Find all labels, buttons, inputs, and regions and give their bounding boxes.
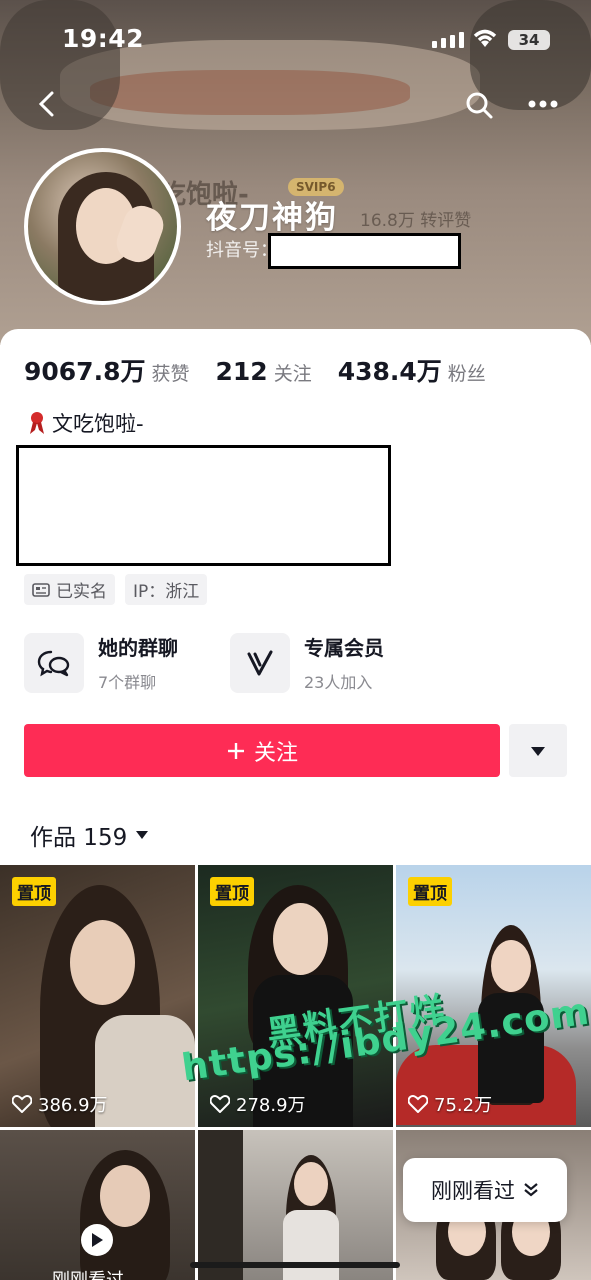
profile-nickname: 夜刀神狗 [206, 200, 338, 236]
bio-title: 文吃饱啦- [28, 408, 144, 438]
play-icon[interactable] [81, 1224, 113, 1256]
group-chat-count: 7个群聊 [98, 673, 157, 692]
pinned-badge: 置顶 [12, 877, 56, 906]
stat-followers-value: 438.4万 [337, 357, 442, 386]
like-count: 75.2万 [408, 1091, 492, 1117]
tag-ip-location: IP：浙江 [125, 574, 208, 605]
tag-ip-text: IP：浙江 [133, 582, 200, 602]
tag-verified-text: 已实名 [56, 582, 107, 602]
profile-stats: 9067.8万 获赞 212 关注 438.4万 粉丝 [24, 352, 486, 388]
battery-icon: 34 [508, 30, 550, 50]
wifi-icon [473, 29, 497, 47]
heart-icon [12, 1095, 32, 1113]
heart-icon [210, 1095, 230, 1113]
works-tab-label: 作品 159 [30, 825, 128, 851]
like-count-value: 75.2万 [434, 1095, 493, 1116]
v-membership-icon [230, 632, 290, 693]
membership-entry[interactable]: 专属会员 23人加入 [230, 632, 384, 693]
more-options-icon[interactable] [528, 96, 558, 112]
chat-bubbles-icon [24, 632, 84, 693]
header-ghost-stat: 16.8万 转评赞 [360, 211, 472, 231]
stat-following-value: 212 [215, 357, 268, 386]
profile-tags: 已实名 IP：浙江 [24, 574, 208, 605]
like-count-value: 386.9万 [38, 1095, 108, 1116]
bio-title-text: 文吃饱啦- [52, 412, 144, 436]
tag-verified: 已实名 [24, 574, 115, 605]
recently-viewed-overlay-text: 刚刚看过 [52, 1266, 124, 1280]
stat-likes-label: 获赞 [151, 363, 190, 385]
video-thumbnail[interactable]: 置顶 386.9万 [0, 865, 195, 1127]
works-tab[interactable]: 作品 159 [30, 818, 149, 852]
recently-viewed-button[interactable]: 刚刚看过 [403, 1158, 567, 1222]
cellular-signal-icon [432, 32, 464, 48]
redacted-bio [16, 445, 391, 566]
follow-button[interactable]: 关注 [24, 724, 500, 777]
status-time: 19:42 [62, 24, 145, 53]
recommend-dropdown-button[interactable] [509, 724, 567, 777]
home-indicator [190, 1262, 400, 1268]
redacted-douyin-id [268, 233, 461, 269]
ribbon-icon [30, 412, 44, 434]
id-card-icon [32, 582, 50, 597]
stat-following[interactable]: 212 关注 [216, 357, 312, 386]
plus-icon [227, 742, 244, 759]
recently-viewed-label: 刚刚看过 [431, 1179, 515, 1203]
follow-button-label: 关注 [253, 740, 298, 766]
membership-title: 专属会员 [304, 636, 384, 660]
search-icon[interactable] [464, 90, 494, 120]
double-chevron-down-icon [524, 1183, 538, 1197]
group-chat-entry[interactable]: 她的群聊 7个群聊 [24, 632, 178, 693]
avatar[interactable] [24, 148, 181, 305]
pinned-badge: 置顶 [408, 877, 452, 906]
membership-count: 23人加入 [304, 673, 373, 692]
caret-down-icon [136, 831, 149, 839]
caret-down-icon [531, 746, 545, 756]
video-thumbnail[interactable] [198, 1130, 393, 1280]
stat-likes-value: 9067.8万 [24, 357, 146, 386]
like-count-value: 278.9万 [236, 1095, 306, 1116]
group-chat-title: 她的群聊 [98, 636, 178, 660]
like-count: 386.9万 [12, 1091, 108, 1117]
status-bar: 19:42 34 [0, 0, 591, 78]
stat-followers-label: 粉丝 [447, 363, 486, 385]
stat-following-label: 关注 [273, 363, 312, 385]
pinned-badge: 置顶 [210, 877, 254, 906]
video-thumbnail[interactable] [0, 1130, 195, 1280]
stat-likes[interactable]: 9067.8万 获赞 [24, 352, 190, 388]
like-count: 278.9万 [210, 1091, 306, 1117]
stat-followers[interactable]: 438.4万 粉丝 [338, 352, 486, 388]
heart-icon [408, 1095, 428, 1113]
back-arrow-icon[interactable] [34, 89, 60, 119]
